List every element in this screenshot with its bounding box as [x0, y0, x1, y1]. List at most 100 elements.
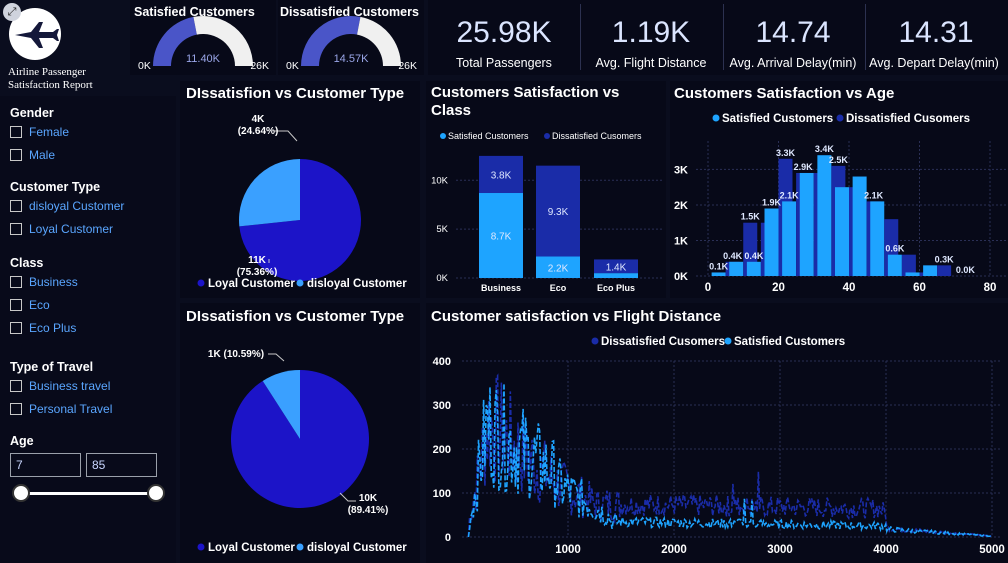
bar-data-label: 0.3K [935, 254, 955, 264]
x-tick-label: 80 [984, 282, 997, 294]
age-bar-panel: Customers Satisfaction vs Age Satisfied … [670, 81, 1008, 298]
age-slider-max-handle[interactable] [147, 484, 165, 502]
x-tick-label: Business [481, 283, 521, 293]
kpi-arrival-delay-label: Avg. Arrival Delay(min) [729, 56, 857, 70]
checkbox[interactable] [10, 403, 22, 415]
bar-data-label: 3.8K [491, 170, 512, 181]
bar-satisfied [870, 201, 885, 276]
checkbox[interactable] [10, 126, 22, 138]
bar-data-label: 1.4K [606, 262, 627, 273]
pie-data-label: 1K (10.59%) [208, 349, 264, 360]
age-max-input[interactable]: 85 [86, 453, 157, 477]
age-bar-chart: Satisfied Customers Dissatisfied Cusomers… [674, 113, 1006, 294]
kpi-flight-distance-value: 1.19K [611, 16, 691, 49]
bar-satisfied [782, 201, 797, 276]
bar-satisfied [594, 273, 638, 278]
bar-satisfied [905, 272, 920, 276]
line-satisfied [467, 383, 992, 538]
expand-icon[interactable]: ⤢ [3, 3, 21, 21]
bar-data-label: 2.1K [864, 190, 884, 200]
checkbox[interactable] [10, 380, 22, 392]
gauge-max-label: 26K [250, 60, 269, 72]
kpi-arrival-delay-value: 14.74 [755, 16, 831, 49]
age-slider-min-handle[interactable] [12, 484, 30, 502]
pie-data-label: 4K [252, 114, 266, 125]
bar-data-label: 3.4K [815, 144, 835, 154]
class-bar-chart: Satisfied Customers Dissatisfied Cusomers… [431, 131, 664, 293]
bar-satisfied [923, 265, 938, 276]
x-tick-label: 5000 [979, 544, 1005, 556]
gauge-satisfied: 11.40K 0K 26K [138, 16, 269, 72]
kpi-flight-distance-label: Avg. Flight Distance [595, 56, 707, 70]
report-title: Airline Passenger Satisfaction Report [8, 66, 93, 91]
y-tick-label: 0 [445, 532, 451, 544]
age-min-input[interactable]: 7 [10, 453, 81, 477]
x-tick-label: 4000 [873, 544, 899, 556]
checkbox[interactable] [10, 149, 22, 161]
bar-satisfied [746, 261, 761, 276]
gauge-min-label: 0K [138, 60, 151, 72]
filter-class-eco-plus[interactable]: Eco Plus [10, 321, 76, 335]
line-dissatisfied [467, 373, 992, 538]
checkbox[interactable] [10, 322, 22, 334]
pie-panel-2: DIssatisfion vs Customer Type 10K (89.41%… [180, 303, 420, 563]
gauge-satisfied-panel: Satisfied Customers 11.40K 0K 26K [130, 0, 276, 75]
distance-line-chart: Dissatisfied Cusomers Satisfied Customers… [433, 336, 1005, 556]
x-tick-label: 3000 [767, 544, 793, 556]
checkbox[interactable] [10, 299, 22, 311]
pie-data-label: (75.36%) [237, 267, 278, 278]
legend-label: Satisfied Customers [448, 131, 529, 141]
pie-panel-1: DIssatisfion vs Customer Type 11K (75.36%… [180, 81, 420, 298]
legend-label: disloyal Customer [307, 278, 407, 290]
y-tick-label: 0K [674, 271, 688, 283]
y-tick-label: 1K [674, 235, 688, 247]
x-tick-label: Eco [550, 283, 567, 293]
filter-travel-business[interactable]: Business travel [10, 379, 110, 393]
legend-label: disloyal Customer [307, 542, 407, 554]
y-tick-label: 300 [433, 400, 451, 412]
gauge-value-label: 14.57K [334, 53, 370, 65]
x-tick-label: 40 [843, 282, 856, 294]
bar-data-label: 2.2K [548, 263, 569, 274]
age-slider-track[interactable] [20, 492, 156, 495]
filter-class-business[interactable]: Business [10, 275, 78, 289]
filter-class-eco[interactable]: Eco [10, 298, 50, 312]
filter-travel-personal[interactable]: Personal Travel [10, 402, 112, 416]
filter-customer-disloyal[interactable]: disloyal Customer [10, 199, 124, 213]
bar-data-label: 0.1K [709, 261, 729, 271]
filter-customer-loyal[interactable]: Loyal Customer [10, 222, 113, 236]
kpi-panel: 25.98K Total Passengers 1.19K Avg. Fligh… [428, 0, 1008, 75]
y-tick-label: 200 [433, 444, 451, 456]
gauge-dissatisfied-panel: Dissatisfied Customers 14.57K 0K 26K [278, 0, 424, 75]
pie-leader-line [339, 492, 356, 502]
y-tick-label: 10K [431, 175, 449, 186]
legend-marker [296, 279, 304, 287]
filter-gender-title: Gender [10, 106, 54, 120]
pie-data-label: 11K [248, 255, 267, 266]
y-tick-label: 2K [674, 200, 688, 212]
legend-marker [836, 114, 844, 122]
checkbox[interactable] [10, 223, 22, 235]
checkbox[interactable] [10, 200, 22, 212]
pie-slice [239, 159, 300, 227]
class-bar-panel: Customers Satisfaction vs Class Satisfie… [426, 81, 666, 298]
checkbox[interactable] [10, 276, 22, 288]
gauge-min-label: 0K [286, 60, 299, 72]
legend-marker [591, 337, 599, 345]
bar-data-label: 3.3K [776, 148, 796, 158]
bar-data-label: 8.7K [491, 232, 512, 243]
filter-gender-female[interactable]: Female [10, 125, 69, 139]
x-tick-label: 20 [772, 282, 785, 294]
legend-marker [197, 543, 205, 551]
bar-data-label: 1.9K [762, 198, 782, 208]
y-tick-label: 0K [436, 273, 448, 284]
pie-data-label: (89.41%) [348, 505, 389, 516]
legend-marker [296, 543, 304, 551]
x-tick-label: Eco Plus [597, 283, 635, 293]
kpi-total-passengers-value: 25.98K [456, 16, 552, 49]
x-tick-label: 2000 [661, 544, 687, 556]
y-tick-label: 100 [433, 488, 451, 500]
bar-satisfied [817, 155, 832, 276]
filter-gender-male[interactable]: Male [10, 148, 55, 162]
bar-satisfied [835, 187, 849, 276]
